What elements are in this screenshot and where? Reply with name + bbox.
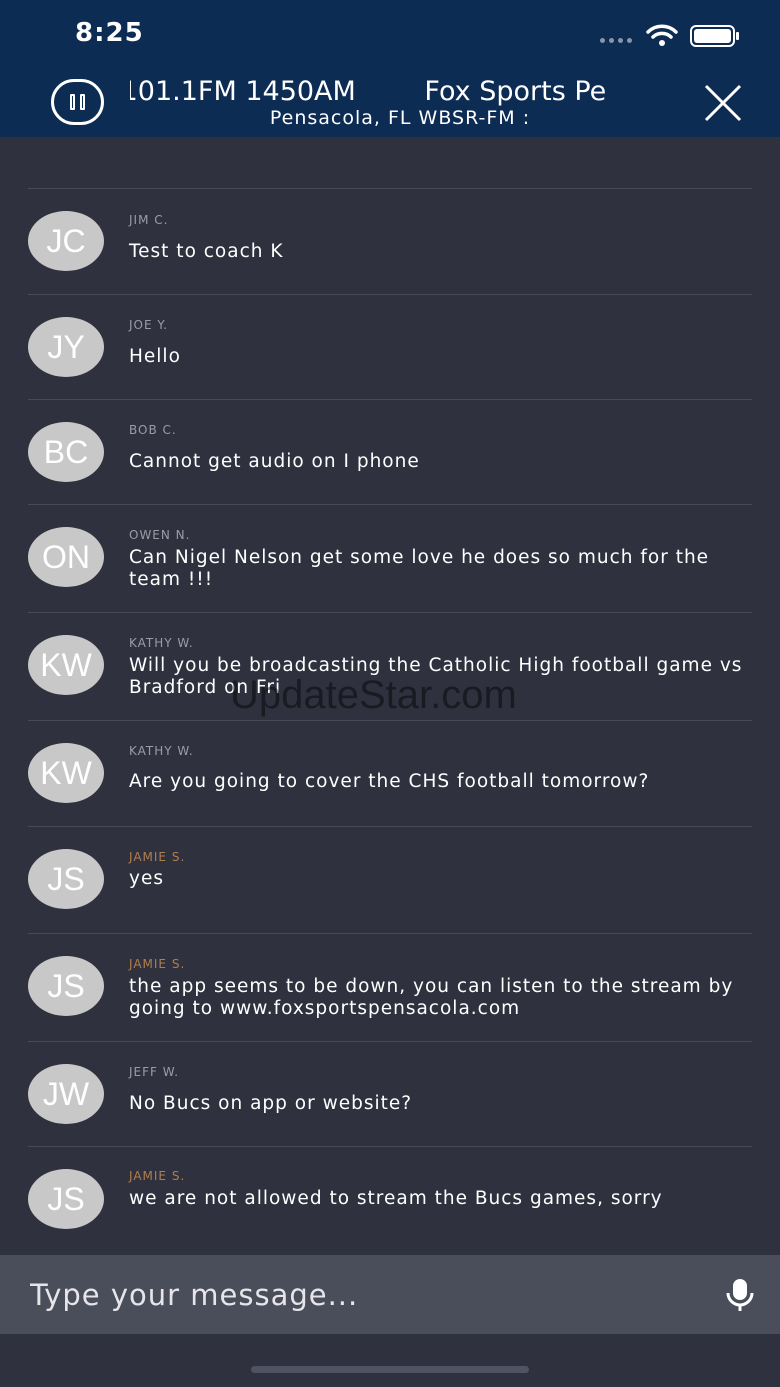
message-text: Are you going to cover the CHS football … <box>129 771 650 792</box>
list-item: JW JEFF W. No Bucs on app or website? <box>28 1041 752 1146</box>
message-text: Can Nigel Nelson get some love he does s… <box>129 547 710 590</box>
list-item: BC BOB C. Cannot get audio on I phone <box>28 399 752 504</box>
chat-message-list[interactable]: JC JIM C. Test to coach K JY JOE Y. Hell… <box>28 188 752 1254</box>
message-text: Cannot get audio on I phone <box>129 451 420 472</box>
pause-icon <box>70 94 75 110</box>
avatar: JC <box>28 211 104 271</box>
station-name-part: Fox Sports Pe <box>424 76 607 107</box>
sender-name: JEFF W. <box>129 1065 180 1079</box>
station-name-part: la 101.1FM 1450AM <box>130 76 356 107</box>
message-text: Will you be broadcasting the Catholic Hi… <box>129 655 743 698</box>
sender-name: KATHY W. <box>129 636 194 650</box>
microphone-icon[interactable] <box>724 1278 756 1312</box>
sender-name: JIM C. <box>129 213 169 227</box>
sender-name: BOB C. <box>129 423 177 437</box>
message-input[interactable] <box>28 1267 692 1323</box>
avatar: JS <box>28 849 104 909</box>
avatar: BC <box>28 422 104 482</box>
message-text: the app seems to be down, you can listen… <box>129 976 734 1019</box>
station-subtitle: Pensacola, FL WBSR-FM : <box>269 107 531 129</box>
message-composer <box>0 1255 780 1334</box>
cellular-signal-icon <box>600 38 632 43</box>
sender-name: JOE Y. <box>129 318 169 332</box>
avatar: JW <box>28 1064 104 1124</box>
close-icon[interactable] <box>704 84 742 122</box>
player-header: 8:25 la 101.1FM 1450AM Fox Sports Pe Pen… <box>0 0 780 137</box>
message-text: we are not allowed to stream the Bucs ga… <box>129 1188 663 1209</box>
battery-icon <box>690 25 739 47</box>
sender-name: OWEN N. <box>129 528 191 542</box>
avatar: JY <box>28 317 104 377</box>
message-text: Hello <box>129 346 181 367</box>
list-item: JS JAMIE S. we are not allowed to stream… <box>28 1146 752 1254</box>
list-item: JS JAMIE S. yes <box>28 826 752 933</box>
station-marquee: la 101.1FM 1450AM Fox Sports Pe <box>130 74 670 110</box>
home-indicator <box>251 1366 529 1373</box>
avatar: ON <box>28 527 104 587</box>
list-item: JC JIM C. Test to coach K <box>28 188 752 294</box>
message-text: No Bucs on app or website? <box>129 1093 413 1114</box>
list-item: JY JOE Y. Hello <box>28 294 752 399</box>
avatar: JS <box>28 956 104 1016</box>
status-time: 8:25 <box>75 18 144 48</box>
avatar: KW <box>28 743 104 803</box>
sender-name: JAMIE S. <box>129 957 186 971</box>
avatar: JS <box>28 1169 104 1229</box>
sender-name: JAMIE S. <box>129 850 186 864</box>
pause-button[interactable] <box>51 79 104 125</box>
list-item: JS JAMIE S. the app seems to be down, yo… <box>28 933 752 1041</box>
list-item: KW KATHY W. Will you be broadcasting the… <box>28 612 752 720</box>
list-item: ON OWEN N. Can Nigel Nelson get some lov… <box>28 504 752 612</box>
sender-name: KATHY W. <box>129 744 194 758</box>
wifi-icon <box>646 24 678 46</box>
message-text: yes <box>129 868 164 889</box>
avatar: KW <box>28 635 104 695</box>
message-text: Test to coach K <box>129 241 284 262</box>
sender-name: JAMIE S. <box>129 1169 186 1183</box>
list-item: KW KATHY W. Are you going to cover the C… <box>28 720 752 826</box>
